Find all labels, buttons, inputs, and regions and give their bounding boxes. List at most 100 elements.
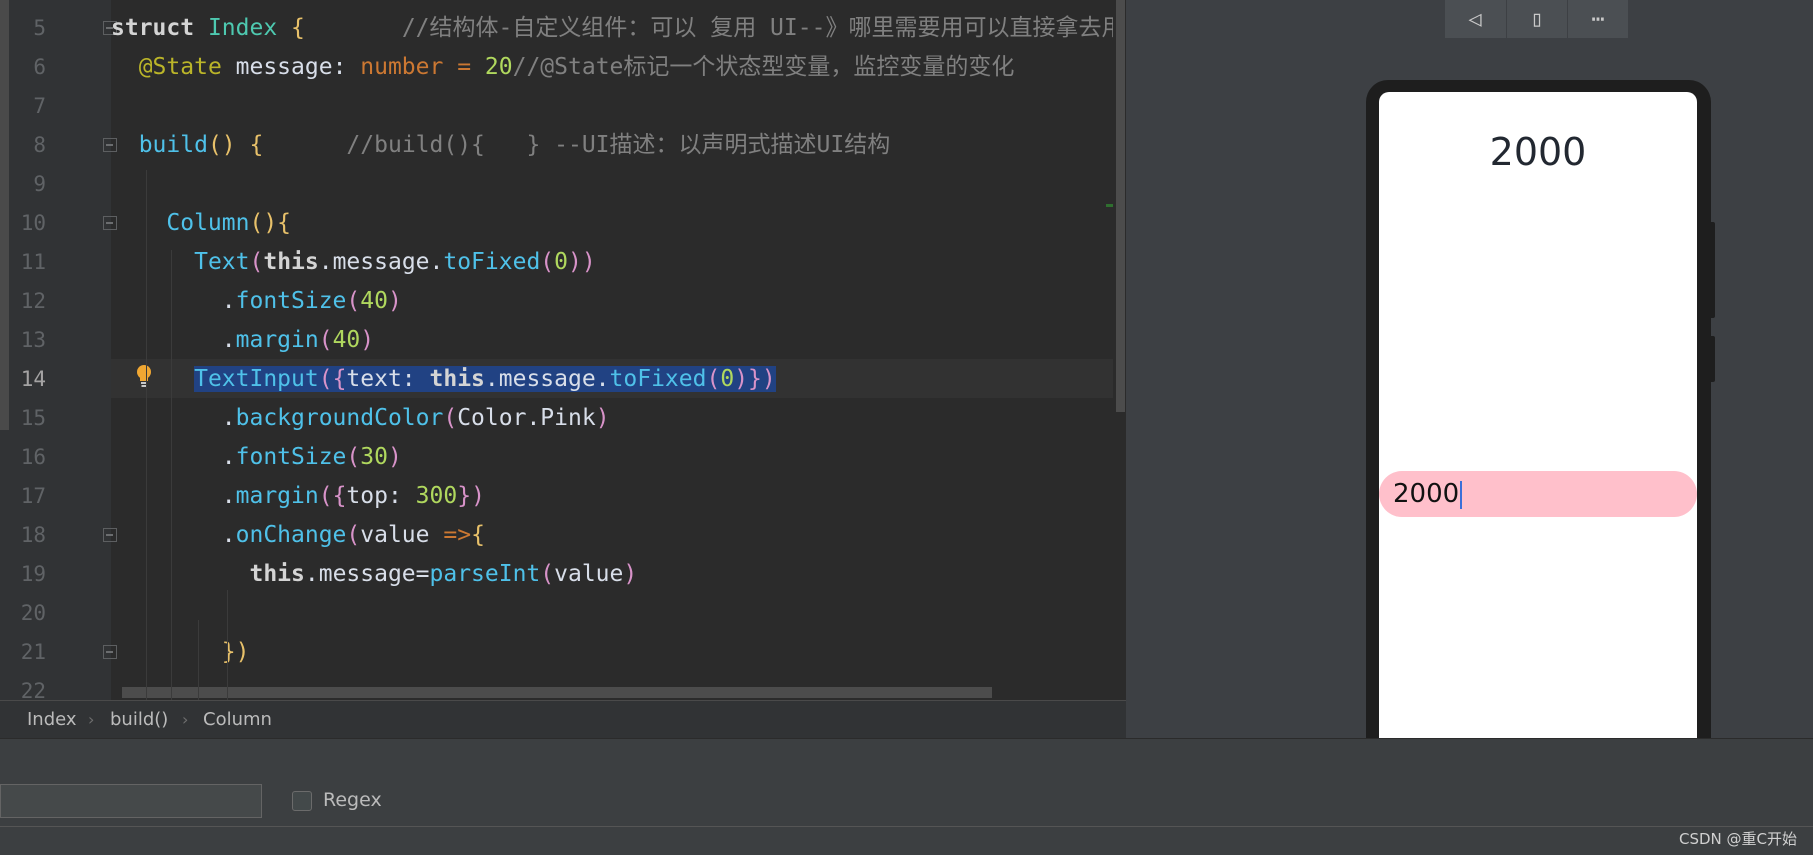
- code-token: .message=: [304, 561, 430, 587]
- code-token: 30: [360, 444, 388, 470]
- line-number: 6: [33, 55, 46, 79]
- code-token: 20: [484, 54, 513, 80]
- code-token: (: [249, 249, 264, 275]
- code-line[interactable]: .margin({top: 300}): [111, 477, 485, 516]
- code-line[interactable]: .onChange(value =>{: [111, 516, 485, 555]
- code-token: ): [595, 405, 610, 431]
- more-icon[interactable]: ⋯: [1567, 0, 1628, 38]
- code-line[interactable]: Text(this.message.toFixed(0)): [111, 243, 596, 282]
- code-line[interactable]: [111, 594, 125, 633]
- breadcrumb-item-column[interactable]: Column: [203, 709, 272, 730]
- line-number: 21: [20, 640, 46, 664]
- line-number: 11: [20, 250, 46, 274]
- code-token: toFixed: [609, 366, 707, 392]
- line-number: 12: [20, 289, 46, 313]
- code-token: build: [138, 132, 208, 158]
- code-line[interactable]: .margin(40): [111, 321, 374, 360]
- code-token: )): [568, 249, 596, 275]
- code-token: message:: [235, 54, 361, 80]
- status-bar: [0, 826, 1813, 855]
- breadcrumb-separator: ›: [88, 710, 95, 729]
- code-token: @State: [138, 54, 236, 80]
- code-token: .: [111, 405, 236, 431]
- code-line[interactable]: .fontSize(40): [111, 282, 402, 321]
- lightbulb-icon[interactable]: [135, 364, 153, 388]
- line-number: 19: [20, 562, 46, 586]
- code-line[interactable]: .backgroundColor(Color.Pink): [111, 399, 610, 438]
- code-line[interactable]: [111, 87, 125, 126]
- code-line[interactable]: TextInput({text: this.message.toFixed(0)…: [111, 360, 776, 399]
- volume-button: [1709, 222, 1715, 318]
- code-token: (){: [249, 210, 292, 236]
- breadcrumb-item-build[interactable]: build(): [110, 709, 168, 730]
- code-token: 40: [360, 288, 388, 314]
- indent-guide: [198, 620, 199, 700]
- code-token: top:: [346, 483, 416, 509]
- code-area[interactable]: struct Index { //结构体-自定义组件：可以 复用 UI--》哪里…: [111, 0, 1113, 700]
- code-token: 40: [332, 327, 361, 353]
- code-token: TextInput: [194, 366, 319, 392]
- code-editor[interactable]: 5 6 7 8 9 10 11 12 13 14 15 16 17 18 19 20 21 22 struct I…: [0, 0, 1126, 770]
- code-token: Column: [166, 210, 250, 236]
- code-token: ): [387, 288, 402, 314]
- code-token: .: [111, 444, 236, 470]
- text-caret: [1460, 480, 1463, 509]
- line-number: 20: [20, 601, 46, 625]
- code-line[interactable]: }): [111, 633, 250, 672]
- line-number: 10: [20, 211, 46, 235]
- code-token: =: [457, 54, 485, 80]
- preview-text-input[interactable]: 2000: [1379, 471, 1697, 517]
- line-number: 14: [20, 367, 46, 391]
- code-token: value: [554, 561, 624, 587]
- vertical-scroll-thumb[interactable]: [1116, 0, 1125, 412]
- device-screen: 2000 2000: [1379, 92, 1697, 738]
- code-line[interactable]: [111, 165, 125, 204]
- line-number: 8: [33, 133, 46, 157]
- text-input-value: 2000: [1393, 479, 1460, 509]
- find-panel: [0, 738, 1813, 827]
- code-token: (: [318, 327, 333, 353]
- code-token: text:: [346, 366, 430, 392]
- code-token: ({: [318, 483, 347, 509]
- code-token: struct: [111, 15, 208, 41]
- code-line[interactable]: build() { //build(){ } --UI描述：以声明式描述UI结构: [111, 126, 891, 165]
- device-icon[interactable]: ▯: [1506, 0, 1567, 38]
- code-token: .: [111, 327, 236, 353]
- code-token: Index: [207, 15, 292, 41]
- code-line[interactable]: this.message=parseInt(value): [111, 555, 637, 594]
- code-token: =>: [443, 522, 472, 548]
- vertical-scrollbar[interactable]: [1113, 0, 1126, 700]
- code-line[interactable]: @State message: number = 20//@State标记一个状…: [111, 48, 1015, 87]
- search-input[interactable]: [0, 784, 262, 818]
- indent-guide: [146, 170, 147, 700]
- indent-guide: [171, 250, 172, 770]
- line-number: 13: [20, 328, 46, 352]
- code-token: value: [360, 522, 444, 548]
- horizontal-scrollbar[interactable]: [122, 687, 992, 698]
- code-line[interactable]: .fontSize(30): [111, 438, 402, 477]
- code-token: .: [111, 288, 236, 314]
- code-line[interactable]: struct Index { //结构体-自定义组件：可以 复用 UI--》哪里…: [111, 9, 1113, 48]
- breadcrumb-item-index[interactable]: Index: [27, 709, 77, 730]
- code-token: .message.: [318, 249, 444, 275]
- regex-checkbox[interactable]: [292, 791, 312, 811]
- back-icon[interactable]: ◁: [1445, 0, 1505, 38]
- code-token: (: [540, 249, 555, 275]
- code-line[interactable]: Column(){: [111, 204, 291, 243]
- code-token: this: [429, 366, 485, 392]
- preview-text: 2000: [1489, 130, 1587, 174]
- code-token: parseInt: [429, 561, 541, 587]
- code-token: () {: [207, 132, 264, 158]
- line-number: 7: [33, 94, 46, 118]
- code-token: //结构体-自定义组件：可以 复用 UI--》哪里需要用可以直接拿去用: [304, 15, 1113, 41]
- line-number: 17: [20, 484, 46, 508]
- code-token: backgroundColor: [235, 405, 444, 431]
- code-token: 0: [554, 249, 569, 275]
- code-token: margin: [235, 483, 319, 509]
- code-token: ): [387, 444, 402, 470]
